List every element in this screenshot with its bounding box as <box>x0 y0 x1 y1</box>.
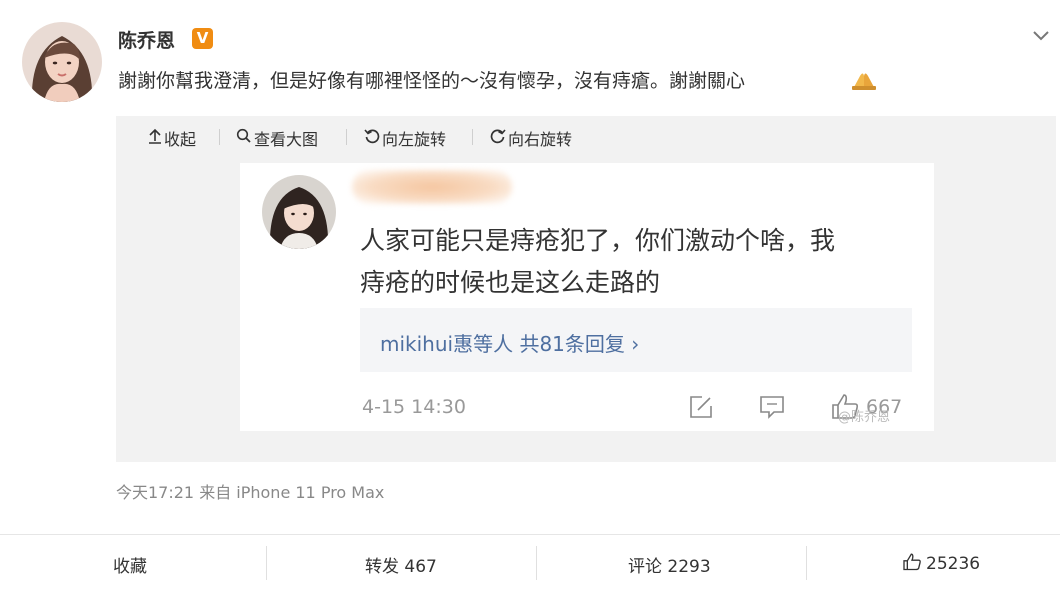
view-large-label: 查看大图 <box>254 130 319 149</box>
like-count: 25236 <box>926 554 981 574</box>
thumbs-up-icon <box>902 552 922 576</box>
rotate-right-button[interactable]: 向右旋转 <box>490 126 572 150</box>
view-large-button[interactable]: 查看大图 <box>236 126 318 150</box>
post-text: 謝謝你幫我澄清，但是好像有哪裡怪怪的～沒有懷孕，沒有痔瘡。謝謝關心 <box>118 70 746 92</box>
action-bar-divider <box>0 534 1060 535</box>
comment-line-1: 人家可能只是痔疮犯了，你们激动个啥，我 <box>360 226 836 255</box>
verified-badge: V <box>192 28 213 49</box>
rotate-left-label: 向左旋转 <box>382 130 447 149</box>
search-icon <box>236 128 252 148</box>
comment-text: 人家可能只是痔疮犯了，你们激动个啥，我 痔疮的时候也是这么走路的 <box>360 220 920 304</box>
praying-hands-emoji <box>850 68 878 90</box>
author-avatar[interactable] <box>22 22 102 102</box>
collapse-icon <box>148 128 162 148</box>
comment-line-2: 痔疮的时候也是这么走路的 <box>360 268 661 297</box>
comment-time: 4-15 14:30 <box>362 396 466 418</box>
comment-icon <box>758 394 786 420</box>
commenter-avatar <box>262 175 336 249</box>
favorite-button[interactable]: 收藏 <box>113 552 147 577</box>
collapse-label: 收起 <box>164 130 197 149</box>
rotate-right-icon <box>490 128 506 148</box>
collapse-button[interactable]: 收起 <box>148 126 196 150</box>
comment-button[interactable]: 评论 2293 <box>628 552 711 577</box>
reply-summary-link: mikihui惠等人 共81条回复 › <box>380 332 640 356</box>
repost-button[interactable]: 转发 467 <box>365 552 437 577</box>
rotate-left-icon <box>364 128 380 148</box>
edit-icon <box>688 394 714 420</box>
rotate-right-label: 向右旋转 <box>508 130 573 149</box>
post-meta: 今天17:21 来自 iPhone 11 Pro Max <box>116 483 385 502</box>
blurred-username <box>352 170 512 204</box>
like-button[interactable]: 25236 <box>902 552 980 576</box>
author-name[interactable]: 陈乔恩 <box>118 26 175 53</box>
chevron-down-icon[interactable] <box>1030 24 1052 46</box>
watermark: @陈乔恩 <box>838 410 891 425</box>
rotate-left-button[interactable]: 向左旋转 <box>364 126 446 150</box>
